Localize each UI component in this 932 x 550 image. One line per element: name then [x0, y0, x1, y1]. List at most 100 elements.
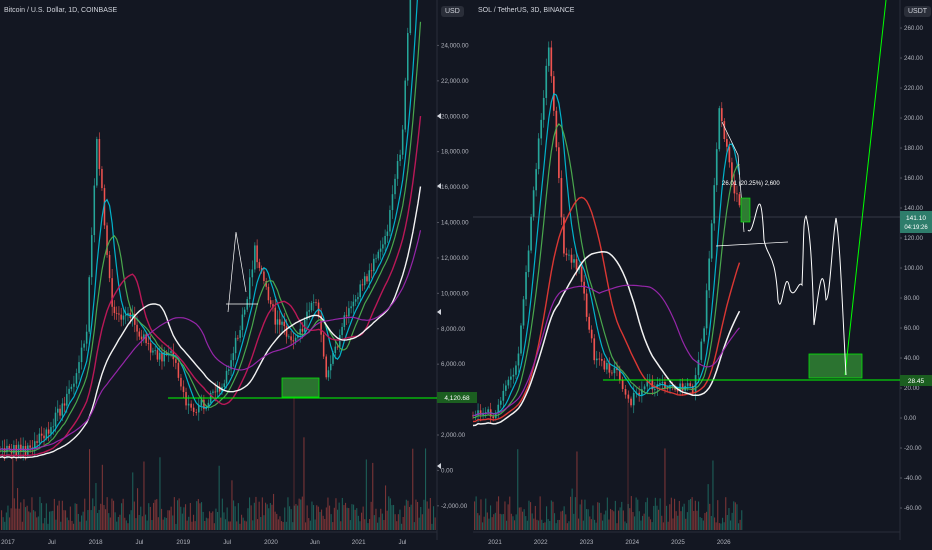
volume-bar [675, 511, 677, 530]
volume-bar [417, 501, 419, 530]
candle-body [187, 403, 190, 406]
candle-body [120, 314, 122, 320]
candle-body [547, 47, 550, 66]
volume-bar [103, 505, 105, 530]
bitcoin-chart-panel[interactable]: 24,000.00 22,000.00 20,000.00 18,000.00 16,0… [0, 0, 469, 546]
volume-bar [228, 521, 230, 530]
volume-bar [29, 512, 31, 530]
volume-bar [677, 515, 679, 530]
candle-body [568, 254, 570, 256]
volume-bar [391, 505, 393, 530]
candle-body [118, 313, 120, 315]
volume-bar [10, 508, 12, 530]
volume-bar [23, 499, 25, 530]
volume-bar [399, 509, 401, 530]
candle-body [661, 382, 664, 384]
chart-canvas[interactable]: 24,000.00 22,000.00 20,000.00 18,000.00 16,0… [0, 0, 932, 550]
y-tick-label: 8,000.00 [441, 326, 466, 333]
volume-bar [475, 496, 477, 530]
volume-bar [595, 522, 597, 530]
candle-body [540, 119, 543, 139]
volume-bar [212, 511, 214, 530]
volume-bar [333, 507, 335, 530]
candle-body [33, 441, 36, 448]
volume-bar [220, 517, 222, 530]
candle-body [214, 391, 216, 393]
volume-bar [413, 522, 415, 530]
candle-body [723, 121, 726, 140]
volume-bar [125, 520, 127, 530]
candle-body [279, 319, 281, 325]
volume-bar [276, 513, 278, 530]
candle-body [522, 299, 525, 326]
candle-body [580, 266, 583, 282]
x-tick-label: 2020 [264, 539, 278, 546]
volume-bar [725, 497, 727, 530]
volume-bar [576, 451, 578, 530]
candle-body [630, 398, 632, 406]
volume-bar [690, 498, 692, 530]
volume-bar [151, 520, 153, 530]
volume-bar [210, 512, 212, 530]
volume-bar [76, 503, 78, 530]
candle-body [329, 363, 332, 371]
volume-bar [554, 513, 556, 530]
volume-bar [183, 507, 185, 530]
y-tick-label: 240.00 [904, 55, 923, 62]
volume-bar [41, 503, 43, 530]
moving-average-line [472, 284, 740, 417]
candle-body [368, 270, 371, 282]
candle-body [75, 373, 78, 384]
left-chart-title: Bitcoin / U.S. Dollar, 1D, COINBASE [4, 7, 118, 14]
volume-bar [507, 504, 509, 530]
volume-bar [129, 514, 131, 530]
volume-bar [63, 510, 65, 530]
candle-body [301, 328, 304, 332]
volume-bar [193, 514, 195, 530]
volume-bar [122, 498, 124, 530]
volume-bar [586, 509, 588, 530]
candle-body [195, 411, 198, 413]
volume-bar [361, 512, 363, 530]
volume-bar [423, 499, 425, 530]
volume-bar [162, 519, 164, 530]
candle-body [520, 325, 522, 354]
candle-body [550, 47, 553, 77]
volume-bar [274, 511, 276, 530]
candle-body [248, 277, 251, 300]
volume-bar [273, 493, 275, 530]
volume-bar [498, 496, 500, 530]
candle-body [285, 326, 288, 337]
candle-body [294, 337, 297, 342]
volume-bar [329, 505, 331, 530]
right-unit-button[interactable]: USDT [904, 6, 932, 17]
countdown-label: 04:19:26 [904, 225, 928, 231]
volume-bar [133, 501, 135, 530]
candle-body [56, 408, 59, 413]
volume-bar [428, 508, 430, 530]
volume-bar [378, 517, 380, 530]
volume-bar [148, 503, 150, 530]
volume-bar [359, 521, 361, 530]
volume-bar [74, 503, 76, 530]
y-tick-label: 260.00 [904, 25, 923, 32]
candle-body [63, 403, 66, 406]
candle-body [736, 193, 738, 195]
volume-bar [651, 522, 653, 530]
volume-bar [180, 506, 182, 530]
volume-bar [47, 523, 49, 530]
volume-bar [207, 518, 209, 530]
volume-bar [317, 506, 319, 530]
candle-body [52, 426, 55, 428]
candle-body [728, 146, 731, 163]
volume-bar [4, 521, 6, 530]
candle-body [198, 405, 200, 413]
left-unit-button[interactable]: USD [441, 6, 464, 17]
volume-bar [349, 520, 351, 530]
volume-bar [483, 516, 485, 530]
candle-body [399, 154, 401, 162]
volume-bar [606, 497, 608, 530]
candle-body [243, 309, 246, 315]
candle-body [502, 390, 505, 401]
wedge-drawing [227, 231, 247, 313]
